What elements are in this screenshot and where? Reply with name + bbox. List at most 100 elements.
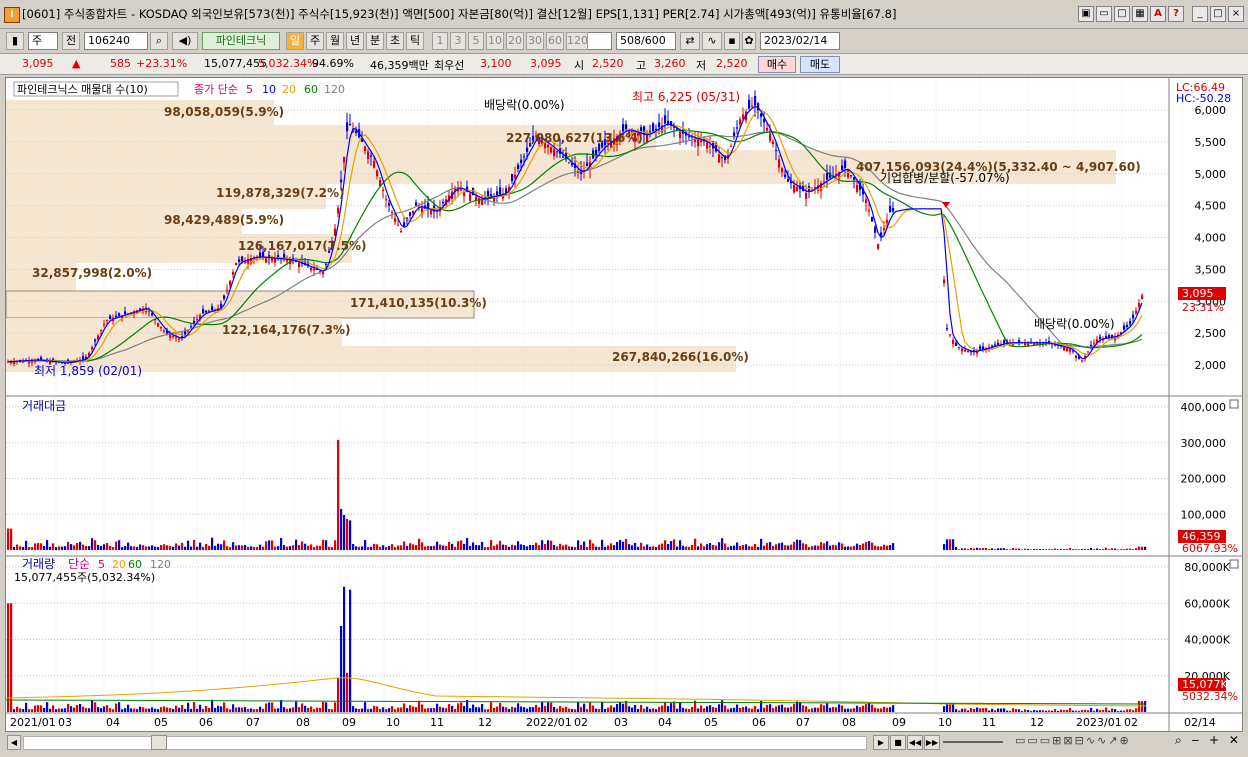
minute-tab-20[interactable]: 20	[506, 32, 524, 50]
x-tick: 04	[658, 716, 672, 729]
scroll-track[interactable]	[23, 736, 867, 750]
chart-svg[interactable]: 6,0005,5005,0004,5004,0003,5003,0002,500…	[5, 78, 1242, 731]
help-icon[interactable]: ?	[1168, 6, 1184, 22]
volume-bar	[1111, 708, 1114, 712]
volume-bar	[271, 702, 274, 712]
price-tick: 2,000	[1195, 359, 1227, 372]
buy-button[interactable]: 매수	[758, 56, 796, 73]
amount-bar	[889, 545, 892, 550]
candle-body	[115, 315, 118, 318]
volume-bar	[379, 708, 382, 712]
grid-icon[interactable]: ▦	[1132, 6, 1148, 22]
minute-tab-10[interactable]: 10	[486, 32, 504, 50]
period-tab-0[interactable]: 일	[286, 32, 304, 50]
amount-bar	[787, 545, 790, 550]
zoom-slider[interactable]	[943, 741, 1003, 743]
reset-icon[interactable]: ⇄	[680, 32, 700, 50]
scroll-left-icon[interactable]: ◀	[7, 735, 21, 750]
maximize-button[interactable]: □	[1210, 6, 1226, 22]
save-icon[interactable]: ▪	[724, 32, 740, 50]
volume-tick: 80,000K	[1184, 561, 1230, 574]
volume-bar	[505, 707, 508, 712]
period-tab-6[interactable]: 틱	[406, 32, 424, 50]
volume-bar	[436, 703, 439, 712]
volume-bar	[541, 702, 544, 712]
minute-tab-30[interactable]: 30	[526, 32, 544, 50]
volume-panel-title: 거래량	[22, 557, 55, 571]
candle-body	[679, 131, 682, 139]
volume-bar	[1141, 701, 1144, 712]
layout-icon[interactable]: ▣	[1078, 6, 1094, 22]
close-button[interactable]: ×	[1228, 6, 1244, 22]
amount-bar	[1036, 549, 1039, 550]
minute-tab-1[interactable]: 1	[432, 32, 448, 50]
volume-bar	[481, 703, 484, 712]
period-tab-1[interactable]: 주	[306, 32, 324, 50]
volume-bar	[799, 702, 802, 712]
amount-bar	[541, 540, 544, 550]
minute-tab-5[interactable]: 5	[468, 32, 484, 50]
volume-bar	[55, 709, 58, 712]
line-tool-icon[interactable]: ∿	[702, 32, 722, 50]
alert-icon[interactable]: A	[1150, 6, 1166, 22]
period-tab-5[interactable]: 초	[386, 32, 404, 50]
minute-tab-3[interactable]: 3	[450, 32, 466, 50]
candle-body	[442, 201, 445, 204]
window-icon[interactable]: □	[1114, 6, 1130, 22]
period-tab-3[interactable]: 년	[346, 32, 364, 50]
volume-bar	[652, 708, 655, 712]
link-icon[interactable]: ▭	[1096, 6, 1112, 22]
chart-type-icon[interactable]: ▮	[6, 32, 24, 50]
amount-bar	[757, 546, 760, 550]
rewind-icon[interactable]: ◀◀	[907, 735, 923, 750]
volume-bar	[973, 708, 976, 712]
candle-body	[793, 185, 796, 193]
minimize-button[interactable]: _	[1192, 6, 1208, 22]
period-tab-2[interactable]: 월	[326, 32, 344, 50]
amount-bar	[124, 546, 127, 550]
scroll-thumb[interactable]	[151, 735, 167, 750]
volume-bar	[889, 707, 892, 712]
amount-bar	[511, 544, 514, 550]
indicator-button[interactable]: 파인테크닉	[202, 32, 280, 50]
x-tick: 11	[982, 716, 996, 729]
amount-bar	[958, 549, 961, 550]
sell-button[interactable]: 매도	[800, 56, 840, 73]
volume-bar	[556, 708, 559, 712]
minute-tab-60[interactable]: 60	[546, 32, 564, 50]
amount-bar	[226, 546, 229, 550]
volume-bar	[622, 703, 625, 712]
volume-bar	[1105, 707, 1108, 712]
forward-icon[interactable]: ▶▶	[924, 735, 940, 750]
volume-bar	[82, 706, 85, 712]
zoom-icons[interactable]: ⌕ ‒ + ✕	[1175, 733, 1242, 748]
stock-code-input[interactable]: 106240	[84, 32, 148, 50]
chart-area[interactable]: 6,000 5,500 5,000 4,500 4,000 3,500 3,000 2,500…	[5, 77, 1243, 732]
amount-bar	[625, 538, 628, 550]
amount-bar	[439, 544, 442, 550]
amount-bar	[412, 544, 415, 550]
all-tab[interactable]: 전	[62, 32, 80, 50]
search-icon[interactable]: ⌕	[150, 32, 168, 50]
amount-bar	[133, 546, 136, 550]
tool-icons[interactable]: ▭▭▭⊞⊠⊟∿∿↗⊕	[1015, 734, 1131, 747]
amount-bar	[109, 546, 112, 550]
stop-icon[interactable]: ■	[890, 735, 906, 750]
volume-bar	[1030, 710, 1033, 712]
volume-bar	[1009, 710, 1012, 712]
count-field[interactable]: 508/600	[616, 32, 676, 50]
date-input[interactable]: 2023/02/14	[760, 32, 840, 50]
minute-tab-120[interactable]: 120	[566, 32, 588, 50]
speaker-icon[interactable]: ◀)	[172, 32, 198, 50]
settings-icon[interactable]: ✿	[742, 32, 756, 50]
amount-bar	[214, 545, 217, 550]
amount-bar	[517, 541, 520, 550]
amount-bar	[394, 547, 397, 550]
amount-bar	[649, 546, 652, 550]
period-tab-4[interactable]: 분	[366, 32, 384, 50]
volume-bar	[976, 707, 979, 712]
amount-bar	[148, 546, 151, 550]
market-select[interactable]: 주	[28, 32, 58, 50]
play-icon[interactable]: ▶	[873, 735, 889, 750]
amount-bar	[502, 544, 505, 550]
